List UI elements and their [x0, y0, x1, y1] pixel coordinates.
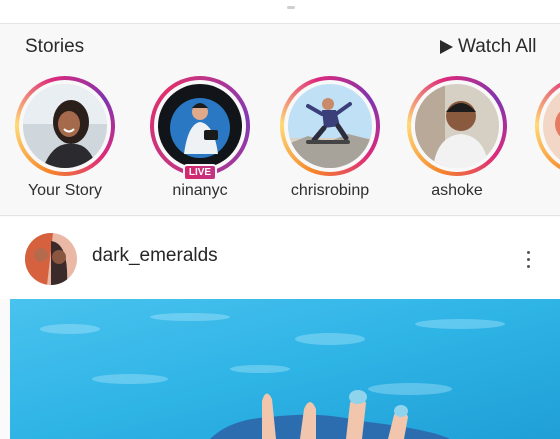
- story-ring: [280, 76, 380, 176]
- more-options-icon[interactable]: [518, 245, 538, 275]
- story-username: ashoke: [431, 182, 483, 199]
- story-avatar: [288, 84, 372, 168]
- story-ring: [150, 76, 250, 176]
- story-avatar: [158, 84, 242, 168]
- post-author-avatar[interactable]: [25, 233, 77, 285]
- play-icon: [440, 40, 453, 54]
- story-ring: [407, 76, 507, 176]
- post-image[interactable]: [10, 299, 560, 439]
- live-badge: LIVE: [183, 164, 217, 181]
- story-ring: [15, 76, 115, 176]
- story-username: chrisrobinp: [290, 182, 370, 199]
- story-username: Your Story: [27, 182, 103, 199]
- post-author-username[interactable]: dark_emeralds: [92, 245, 218, 267]
- story-username: be: [520, 182, 560, 200]
- story-avatar: [23, 84, 107, 168]
- watch-all-button[interactable]: Watch All: [440, 36, 537, 58]
- stories-tray: Stories Watch All Your Story LIVE ninany…: [0, 24, 560, 216]
- story-ring: [535, 76, 560, 176]
- stories-title: Stories: [25, 36, 85, 57]
- post-header: dark_emeralds: [0, 217, 560, 299]
- top-bar: [0, 0, 560, 24]
- top-bar-indicator: [287, 6, 295, 9]
- watch-all-label: Watch All: [458, 36, 537, 57]
- story-avatar: [415, 84, 499, 168]
- story-username: ninanyc: [172, 182, 228, 199]
